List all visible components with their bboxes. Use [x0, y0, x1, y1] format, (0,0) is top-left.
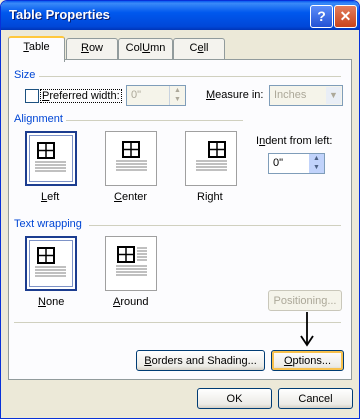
tab-table[interactable]: Table: [8, 36, 65, 62]
section-divider: [14, 322, 341, 323]
help-icon: ?: [317, 8, 326, 24]
tab-panel-table: Size Preferred width: 0" ▲ ▼ Measure in: …: [8, 59, 352, 380]
wrap-none-label: None: [38, 296, 65, 308]
close-icon: ✕: [339, 8, 352, 24]
help-button[interactable]: ?: [310, 5, 333, 28]
tab-label: ll: [203, 42, 209, 54]
align-center-label: Center: [114, 191, 148, 203]
section-alignment-label: Alignment: [14, 113, 63, 125]
indent-from-left-label: Indent from left:: [256, 135, 333, 147]
spinner-arrows[interactable]: ▲ ▼: [309, 154, 324, 173]
indent-from-left-spinner[interactable]: 0" ▲ ▼: [268, 153, 325, 174]
preferred-width-checkbox[interactable]: [25, 89, 39, 103]
section-divider: [39, 76, 341, 77]
align-right-label: Right: [197, 191, 223, 203]
cancel-button[interactable]: Cancel: [278, 388, 353, 409]
preferred-width-spinner[interactable]: 0" ▲ ▼: [126, 85, 186, 106]
wrap-none-icon: [35, 247, 66, 277]
measure-in-label: Measure in:: [206, 89, 264, 101]
dialog-title: Table Properties: [9, 7, 110, 22]
align-center-icon: [116, 141, 147, 171]
down-arrow-icon: [300, 312, 314, 347]
tab-label: ow: [88, 42, 103, 54]
wrap-around-icon: [116, 246, 147, 276]
ok-button[interactable]: OK: [197, 388, 272, 409]
tab-label: able: [28, 41, 50, 53]
section-divider: [66, 120, 243, 121]
align-left-option[interactable]: [25, 131, 77, 186]
close-button[interactable]: ✕: [334, 5, 357, 28]
align-left-label: Left: [41, 191, 60, 203]
measure-in-select[interactable]: Inches ▼: [269, 85, 343, 106]
spin-down-icon[interactable]: ▼: [309, 163, 324, 172]
align-left-icon: [35, 142, 66, 172]
title-bar[interactable]: Table Properties ? ✕: [1, 1, 359, 30]
spinner-arrows[interactable]: ▲ ▼: [169, 86, 185, 105]
section-divider: [89, 225, 341, 226]
tab-label: Col: [125, 42, 143, 54]
chevron-down-icon[interactable]: ▼: [326, 87, 341, 104]
tab-label: mn: [150, 42, 166, 54]
preferred-width-label: Preferred width:: [40, 89, 122, 103]
positioning-button[interactable]: Positioning...: [268, 290, 342, 311]
preferred-width-value: 0": [131, 89, 142, 101]
tab-label-mnemonic: U: [142, 42, 151, 54]
tab-cell[interactable]: Cell: [173, 38, 225, 59]
tab-row[interactable]: Row: [66, 38, 118, 59]
spin-up-icon[interactable]: ▲: [170, 86, 185, 95]
align-right-icon: [196, 141, 227, 171]
tab-label-mnemonic: R: [80, 42, 89, 54]
section-text-wrapping-label: Text wrapping: [14, 218, 82, 230]
borders-and-shading-button[interactable]: Borders and Shading...: [136, 350, 265, 371]
spin-down-icon[interactable]: ▼: [170, 95, 185, 104]
align-right-option[interactable]: [185, 131, 237, 186]
options-button[interactable]: Options...: [271, 350, 344, 371]
section-size-label: Size: [14, 69, 36, 81]
tab-column[interactable]: ColUmn: [118, 38, 173, 59]
align-center-option[interactable]: [105, 131, 157, 186]
wrap-around-label: Around: [113, 296, 149, 308]
table-properties-dialog: Table Properties ? ✕ Table Row ColUmn Ce…: [0, 0, 360, 419]
indent-from-left-value: 0": [273, 157, 284, 169]
wrap-around-option[interactable]: [105, 236, 157, 291]
measure-in-value: Inches: [274, 89, 307, 101]
wrap-none-option[interactable]: [25, 236, 77, 291]
spin-up-icon[interactable]: ▲: [309, 154, 324, 163]
